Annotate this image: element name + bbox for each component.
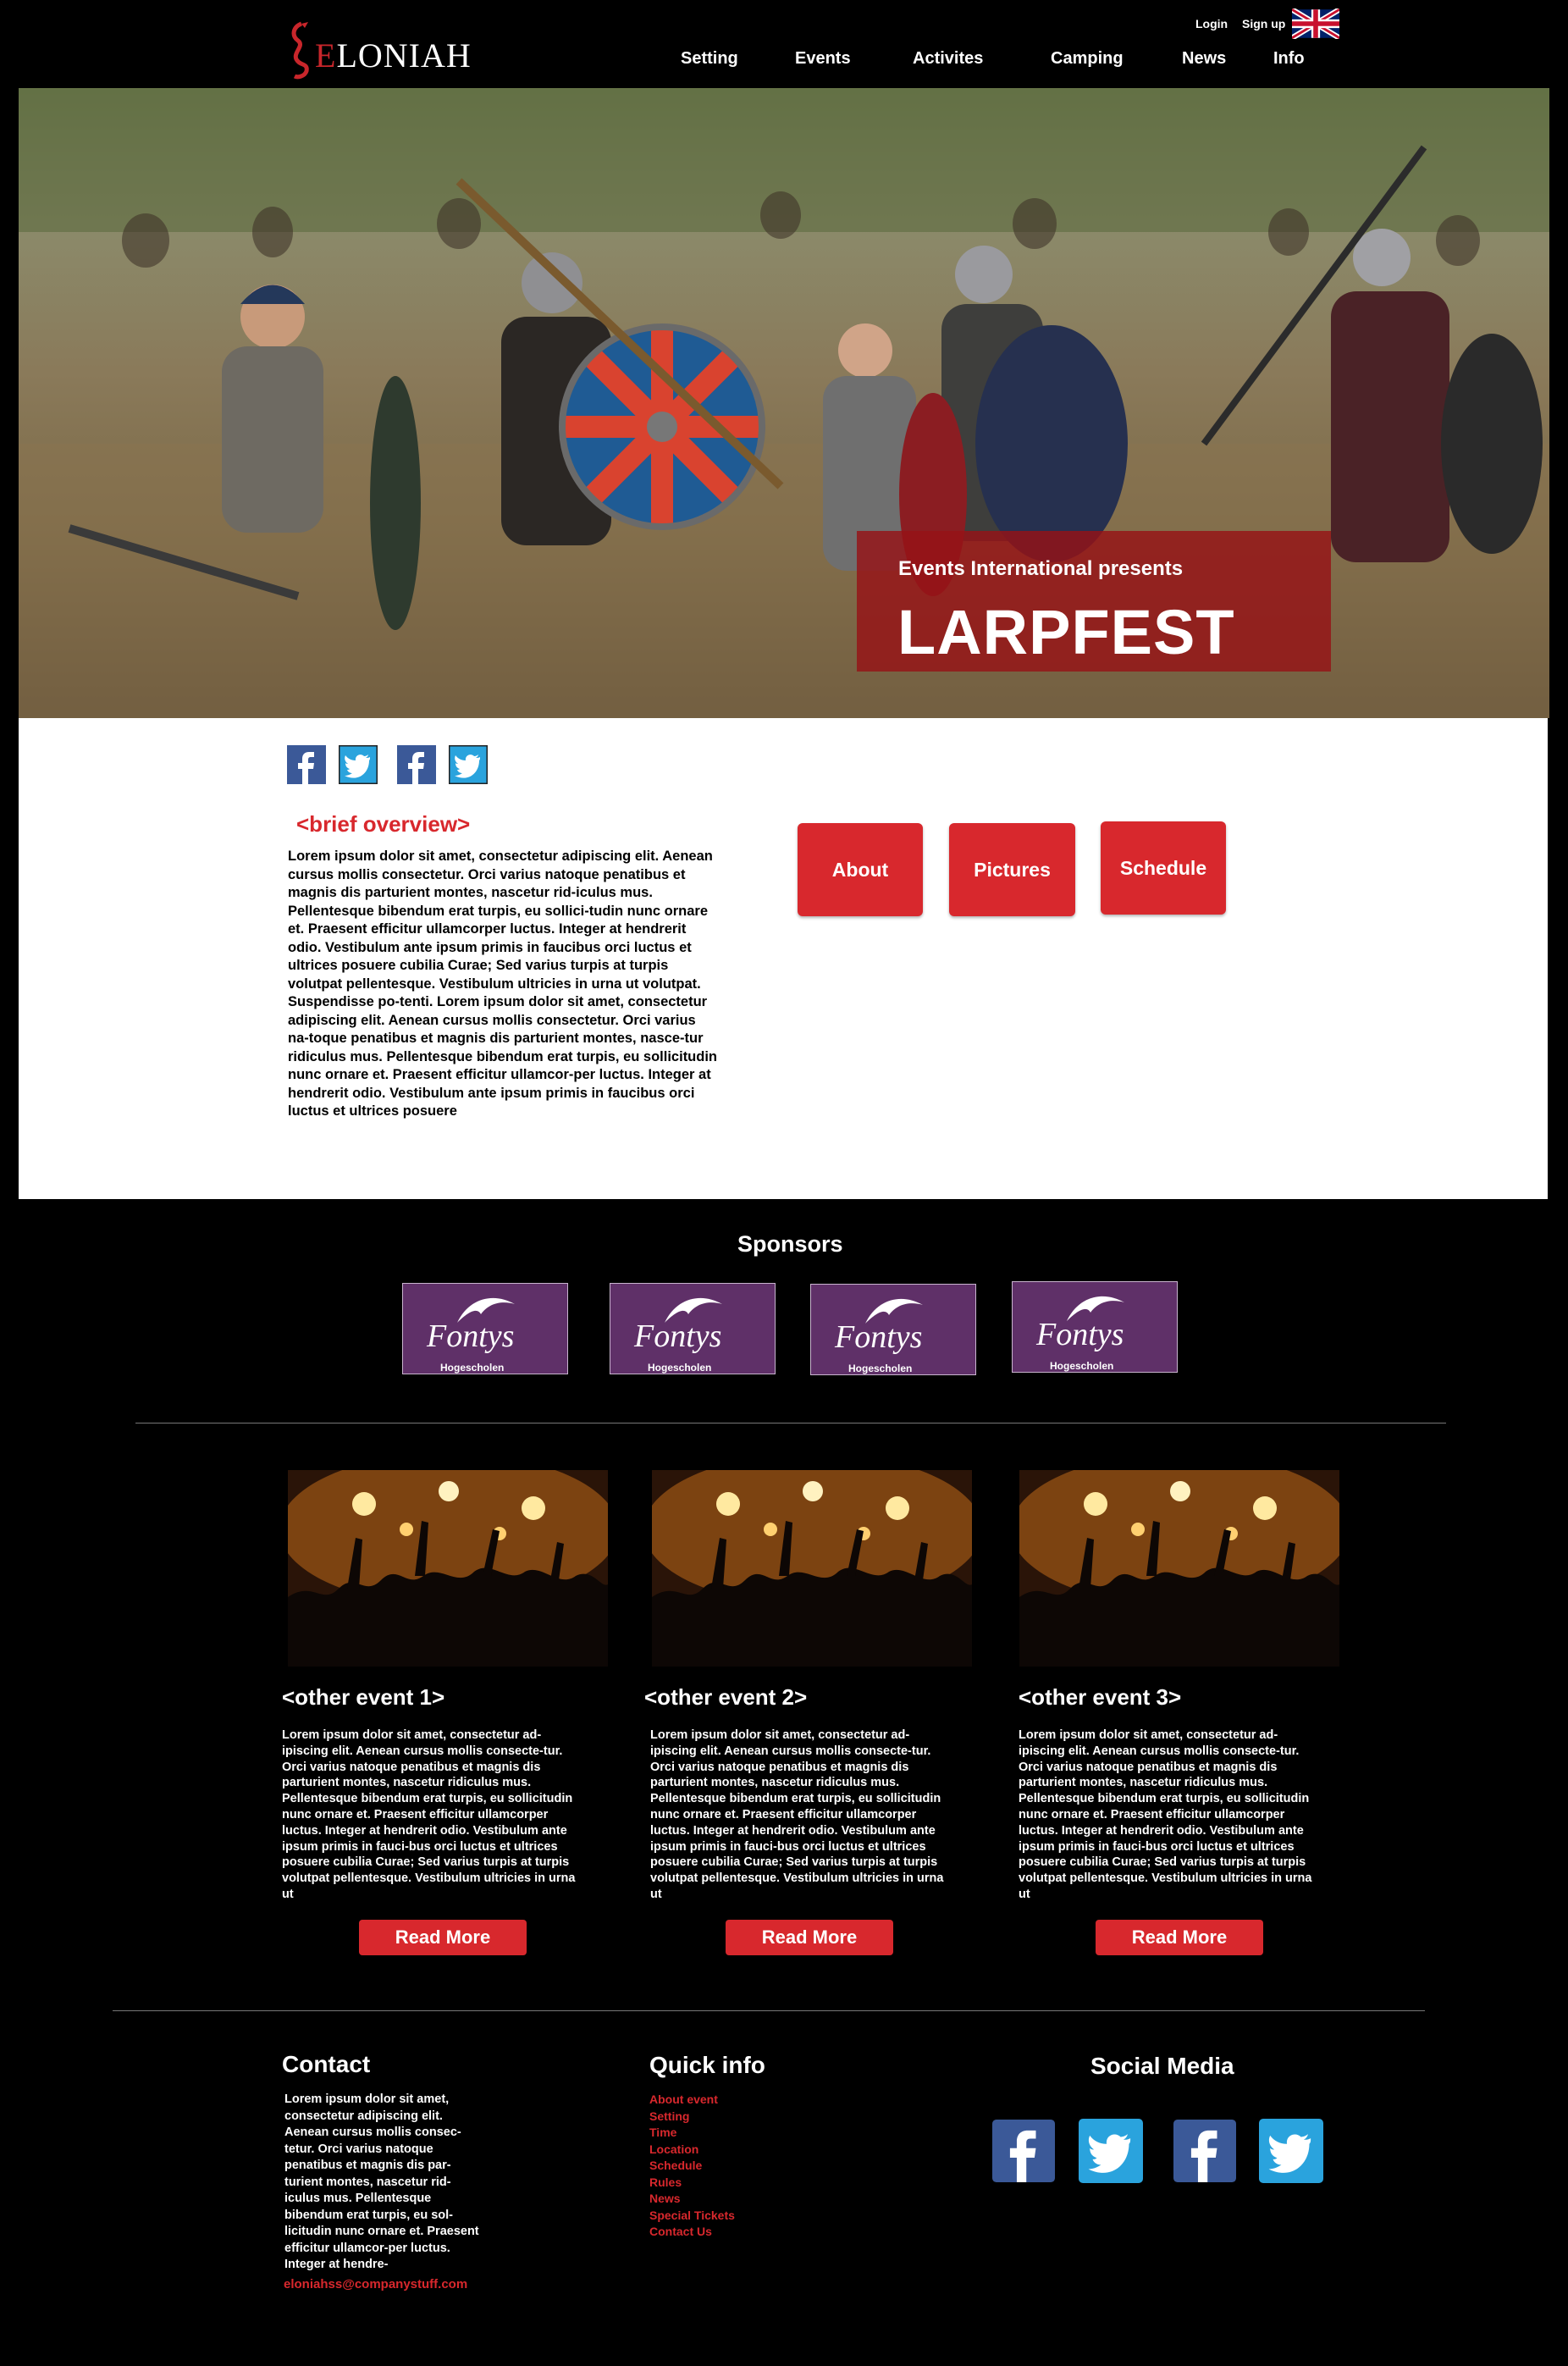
overview-title: <brief overview> (296, 811, 471, 837)
facebook-icon[interactable] (992, 2119, 1055, 2183)
quick-link-setting[interactable]: Setting (649, 2109, 735, 2126)
site-header: ELONIAH Login Sign up Setting Events Act… (0, 0, 1568, 88)
nav-camping[interactable]: Camping (1051, 49, 1124, 69)
uk-flag-icon[interactable] (1290, 7, 1341, 41)
signup-link[interactable]: Sign up (1242, 17, 1285, 30)
quick-link-rules[interactable]: Rules (649, 2175, 735, 2192)
pictures-button[interactable]: Pictures (949, 823, 1075, 916)
nav-activites[interactable]: Activites (913, 49, 983, 69)
quick-link-schedule[interactable]: Schedule (649, 2158, 735, 2175)
dragon-logo-icon (291, 21, 309, 80)
hero-presenter: Events International presents (898, 557, 1184, 580)
quick-link-location[interactable]: Location (649, 2142, 735, 2159)
read-more-button[interactable]: Read More (359, 1920, 527, 1955)
twitter-icon[interactable] (1078, 2119, 1143, 2183)
quick-link-special-tickets[interactable]: Special Tickets (649, 2208, 735, 2225)
quick-info-list: About event Setting Time Location Schedu… (649, 2092, 735, 2241)
sponsor-logo[interactable]: Fontys Hogescholen (610, 1283, 776, 1374)
hero-image: Events International presents LARPFEST (19, 88, 1549, 718)
nav-news[interactable]: News (1182, 49, 1226, 69)
event-image[interactable] (288, 1470, 608, 1667)
overview-section (19, 718, 1548, 1199)
login-link[interactable]: Login (1195, 17, 1228, 30)
footer-divider (113, 2010, 1425, 2011)
nav-info[interactable]: Info (1273, 49, 1305, 69)
facebook-icon[interactable] (1173, 2119, 1236, 2183)
concert-crowd-illustration (1019, 1470, 1339, 1667)
twitter-icon[interactable] (337, 744, 379, 786)
facebook-icon[interactable] (287, 745, 326, 784)
twitter-icon[interactable] (447, 744, 489, 786)
social-media-title: Social Media (1090, 2053, 1234, 2079)
contact-email-link[interactable]: eloniahss@companystuff.com (284, 2277, 467, 2291)
schedule-button[interactable]: Schedule (1101, 821, 1226, 915)
sponsors-title: Sponsors (737, 1231, 843, 1257)
event-description: Lorem ipsum dolor sit amet, consectetur … (650, 1728, 944, 1901)
concert-crowd-illustration (288, 1470, 608, 1667)
nav-events[interactable]: Events (795, 49, 851, 69)
contact-text: Lorem ipsum dolor sit amet, consectetur … (284, 2092, 479, 2271)
nav-setting[interactable]: Setting (681, 49, 738, 69)
event-description: Lorem ipsum dolor sit amet, consectetur … (1019, 1728, 1312, 1901)
quick-link-time[interactable]: Time (649, 2125, 735, 2142)
quick-link-about-event[interactable]: About event (649, 2092, 735, 2109)
sponsor-logo[interactable]: Fontys Hogescholen (402, 1283, 568, 1374)
quick-info-title: Quick info (649, 2052, 765, 2078)
event-title[interactable]: <other event 1> (282, 1684, 444, 1711)
about-button[interactable]: About (798, 823, 923, 916)
event-title[interactable]: <other event 2> (644, 1684, 807, 1711)
sponsor-logo[interactable]: Fontys Hogescholen (810, 1284, 976, 1375)
hero-title: LARPFEST (897, 597, 1235, 667)
quick-link-contact-us[interactable]: Contact Us (649, 2224, 735, 2241)
read-more-button[interactable]: Read More (726, 1920, 893, 1955)
twitter-icon[interactable] (1258, 2119, 1323, 2183)
facebook-icon[interactable] (397, 745, 436, 784)
quick-link-news[interactable]: News (649, 2191, 735, 2208)
overview-text: Lorem ipsum dolor sit amet, consectetur … (288, 849, 718, 1119)
event-image[interactable] (1019, 1470, 1339, 1667)
read-more-button[interactable]: Read More (1096, 1920, 1263, 1955)
site-logo[interactable]: ELONIAH (286, 21, 471, 80)
logo-text: ELONIAH (315, 36, 472, 75)
event-image[interactable] (652, 1470, 972, 1667)
event-description: Lorem ipsum dolor sit amet, consectetur … (282, 1728, 576, 1901)
contact-title: Contact (282, 2051, 371, 2077)
sponsor-logo[interactable]: Fontys Hogescholen (1012, 1281, 1178, 1373)
concert-crowd-illustration (652, 1470, 972, 1667)
event-title[interactable]: <other event 3> (1019, 1684, 1181, 1711)
